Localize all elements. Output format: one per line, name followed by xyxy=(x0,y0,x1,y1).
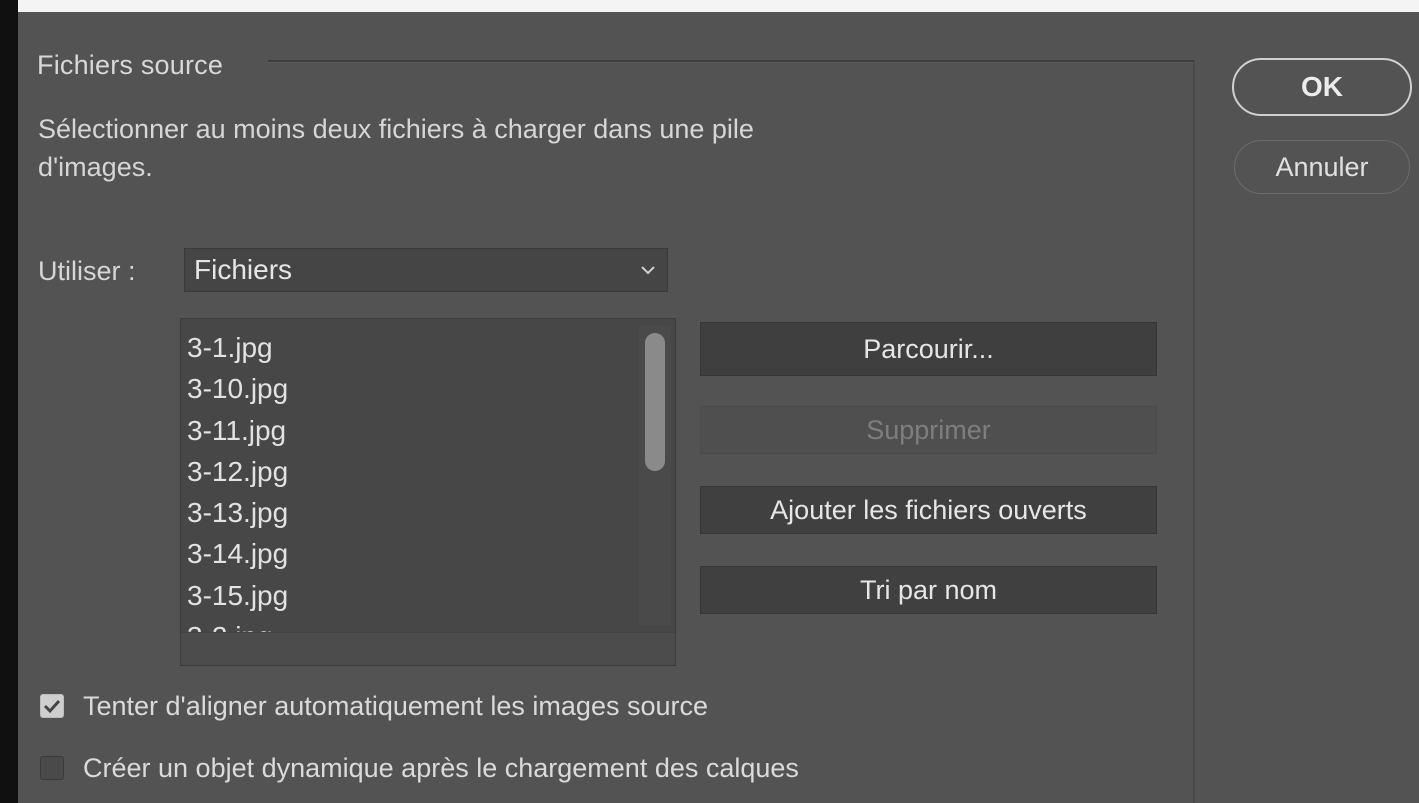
browse-button[interactable]: Parcourir... xyxy=(700,322,1157,376)
list-item[interactable]: 3-12.jpg xyxy=(187,451,627,492)
window-left-edge xyxy=(0,0,18,803)
cancel-button[interactable]: Annuler xyxy=(1234,140,1410,194)
auto-align-option[interactable]: Tenter d'aligner automatiquement les ima… xyxy=(40,688,708,724)
add-open-files-button[interactable]: Ajouter les fichiers ouverts xyxy=(700,486,1157,534)
list-item[interactable]: 3-11.jpg xyxy=(187,410,627,451)
use-label: Utiliser : xyxy=(38,256,136,286)
list-item[interactable]: 3-15.jpg xyxy=(187,575,627,616)
auto-align-label: Tenter d'aligner automatiquement les ima… xyxy=(83,690,708,721)
remove-button[interactable]: Supprimer xyxy=(700,406,1157,454)
vertical-scroll-thumb[interactable] xyxy=(645,333,665,471)
instructions-text: Sélectionner au moins deux fichiers à ch… xyxy=(38,114,754,182)
file-items: 3-1.jpg 3-10.jpg 3-11.jpg 3-12.jpg 3-13.… xyxy=(187,327,627,657)
use-dropdown[interactable]: Fichiers xyxy=(184,248,668,292)
checkmark-icon xyxy=(43,699,61,714)
list-item[interactable]: 3-1.jpg xyxy=(187,327,627,368)
smart-object-label: Créer un objet dynamique après le charge… xyxy=(83,752,799,783)
ok-button[interactable]: OK xyxy=(1232,58,1412,116)
horizontal-scrollbar[interactable] xyxy=(181,632,675,665)
list-item[interactable]: 3-14.jpg xyxy=(187,533,627,574)
chevron-down-icon xyxy=(639,257,657,283)
smart-object-checkbox[interactable] xyxy=(40,756,64,780)
window-top-edge xyxy=(0,0,1419,12)
source-files-group-title: Fichiers source xyxy=(37,50,224,80)
list-item[interactable]: 3-10.jpg xyxy=(187,368,627,409)
smart-object-option[interactable]: Créer un objet dynamique après le charge… xyxy=(40,750,799,786)
auto-align-checkbox[interactable] xyxy=(40,694,64,718)
list-item[interactable]: 3-13.jpg xyxy=(187,492,627,533)
group-border xyxy=(1193,62,1195,803)
sort-by-name-button[interactable]: Tri par nom xyxy=(700,566,1157,614)
source-file-list[interactable]: 3-1.jpg 3-10.jpg 3-11.jpg 3-12.jpg 3-13.… xyxy=(180,318,676,666)
use-dropdown-value: Fichiers xyxy=(194,254,293,285)
group-divider xyxy=(268,60,1194,63)
